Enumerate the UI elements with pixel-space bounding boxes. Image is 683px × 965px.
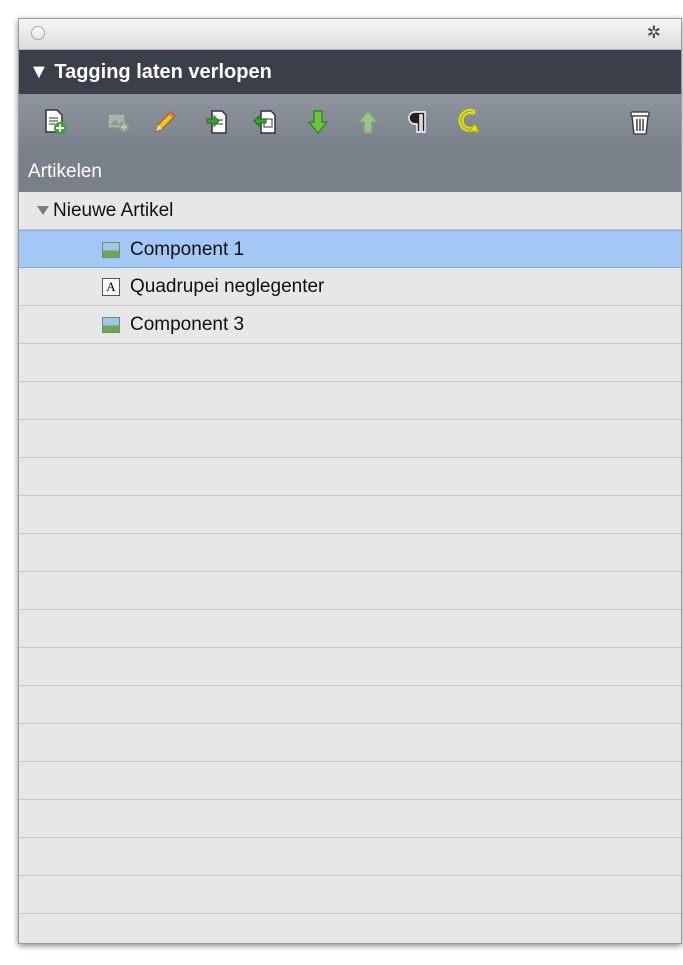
gear-icon[interactable]: ✲ — [647, 23, 661, 43]
item-label: Quadrupei neglegenter — [130, 276, 325, 297]
export-icon[interactable] — [202, 106, 234, 138]
articles-column-header: Artikelen — [19, 152, 681, 192]
close-button[interactable] — [31, 26, 45, 40]
tree-group-row[interactable]: Nieuwe Artikel — [19, 192, 681, 230]
tree-item-row[interactable]: A Quadrupei neglegenter — [19, 268, 681, 306]
section-header[interactable]: ▼ Tagging laten verlopen — [19, 50, 681, 94]
group-label: Nieuwe Artikel — [53, 200, 174, 221]
disclosure-triangle-icon: ▼ — [29, 61, 49, 83]
section-title: Tagging laten verlopen — [54, 61, 272, 83]
article-tree: Nieuwe Artikel Component 1 A Quadrupei ne… — [19, 192, 681, 943]
item-label: Component 1 — [130, 239, 245, 260]
expand-triangle-icon[interactable] — [37, 206, 49, 216]
move-down-icon[interactable] — [302, 106, 334, 138]
tree-item-row[interactable]: Component 3 — [19, 306, 681, 344]
new-article-icon[interactable] — [39, 106, 71, 138]
import-icon[interactable] — [249, 106, 281, 138]
image-component-icon — [102, 316, 120, 333]
image-component-icon — [102, 241, 120, 258]
toolbar — [19, 94, 681, 152]
trash-icon[interactable] — [624, 106, 656, 138]
text-component-icon: A — [102, 277, 120, 296]
panel-titlebar: ✲ — [19, 19, 681, 50]
paragraph-icon[interactable] — [402, 106, 434, 138]
move-up-icon[interactable] — [352, 106, 384, 138]
edit-pencil-icon[interactable] — [149, 106, 181, 138]
refresh-icon[interactable] — [452, 106, 484, 138]
articles-label: Artikelen — [28, 161, 102, 182]
add-image-icon[interactable] — [102, 106, 134, 138]
tree-item-row[interactable]: Component 1 — [19, 230, 681, 268]
tagging-panel: ✲ ▼ Tagging laten verlopen Artikelen Nie… — [18, 18, 682, 944]
item-label: Component 3 — [130, 314, 245, 335]
